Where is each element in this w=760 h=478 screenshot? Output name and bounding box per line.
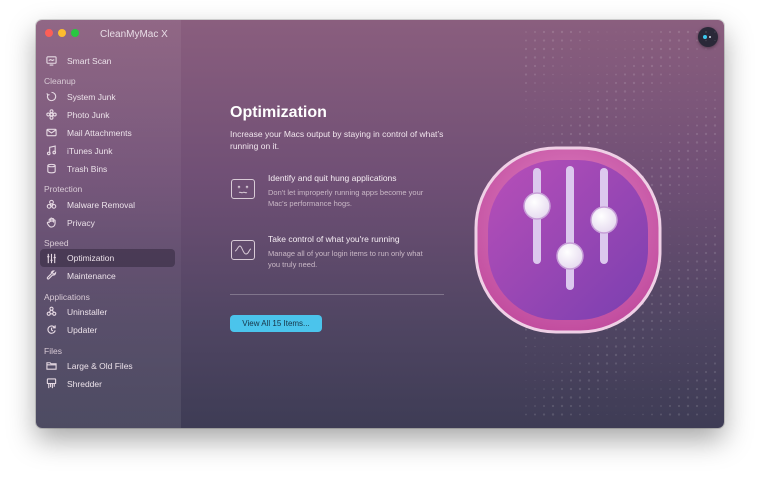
activity-graph-icon	[231, 240, 255, 260]
divider	[230, 294, 444, 295]
feature-description: Don't let improperly running apps become…	[268, 188, 424, 208]
hung-app-icon	[231, 179, 255, 199]
feature-title: Take control of what you're running	[268, 234, 400, 244]
page-description: Increase your Macs output by staying in …	[230, 129, 444, 151]
page-title: Optimization	[230, 104, 327, 121]
feature-title: Identify and quit hung applications	[268, 173, 397, 183]
app-window: CleanMyMac X Smart Scan Cleanup System J…	[36, 20, 724, 428]
view-all-items-button[interactable]: View All 15 Items...	[230, 315, 322, 332]
optimization-sliders-illustration	[474, 146, 662, 334]
feature-description: Manage all of your login items to run on…	[268, 249, 423, 269]
